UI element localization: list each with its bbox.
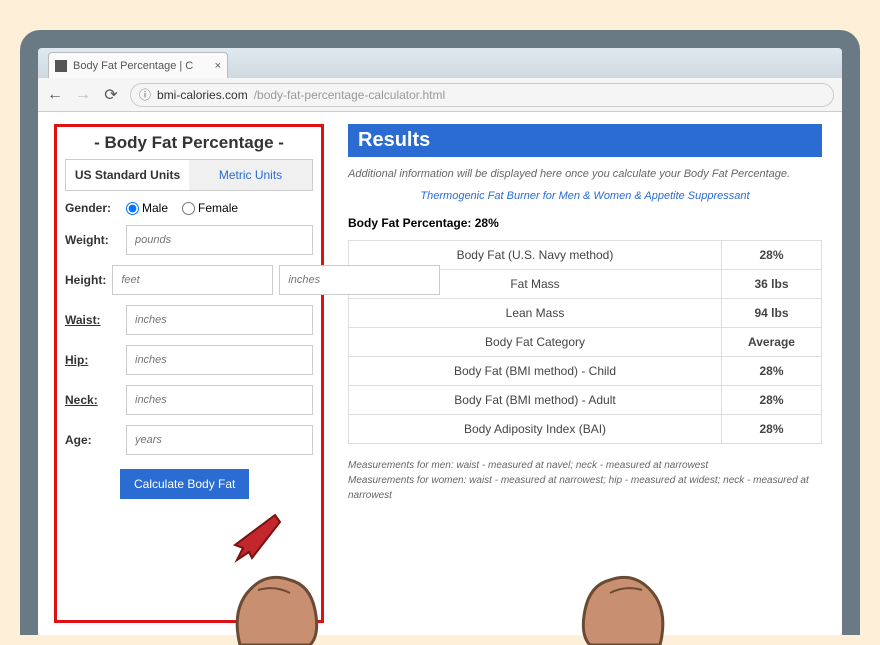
age-row: Age: [65, 425, 313, 455]
results-heading: Results [348, 124, 822, 157]
height-feet-input[interactable] [112, 265, 273, 295]
table-row: Body Fat (BMI method) - Adult28% [349, 386, 822, 415]
hip-input[interactable] [126, 345, 313, 375]
hip-row: Hip: [65, 345, 313, 375]
panel-title: - Body Fat Percentage - [65, 133, 313, 153]
height-inches-input[interactable] [279, 265, 440, 295]
back-button[interactable]: ← [46, 86, 64, 104]
footnote-women: Measurements for women: waist - measured… [348, 473, 822, 503]
calculator-panel: - Body Fat Percentage - US Standard Unit… [54, 124, 324, 623]
tab-title: Body Fat Percentage | C [73, 60, 193, 72]
browser-window: Body Fat Percentage | C × ← → ⟳ ⓘ bmi-ca… [38, 48, 842, 635]
promo-link[interactable]: Thermogenic Fat Burner for Men & Women &… [348, 190, 822, 202]
gender-female-radio[interactable]: Female [182, 201, 238, 215]
gender-label: Gender: [65, 201, 120, 215]
unit-tabs: US Standard Units Metric Units [65, 159, 313, 191]
waist-row: Waist: [65, 305, 313, 335]
close-icon[interactable]: × [215, 60, 221, 72]
address-bar[interactable]: ⓘ bmi-calories.com/body-fat-percentage-c… [130, 83, 834, 107]
height-label: Height: [65, 273, 106, 287]
neck-row: Neck: [65, 385, 313, 415]
table-row: Body Fat (BMI method) - Child28% [349, 357, 822, 386]
url-path: /body-fat-percentage-calculator.html [254, 88, 445, 102]
waist-label: Waist: [65, 313, 120, 327]
tab-bar: Body Fat Percentage | C × [38, 48, 842, 78]
gender-row: Gender: Male Female [65, 201, 313, 215]
waist-input[interactable] [126, 305, 313, 335]
summary-line: Body Fat Percentage: 28% [348, 216, 822, 230]
reload-button[interactable]: ⟳ [102, 86, 120, 104]
results-panel: Results Additional information will be d… [344, 124, 826, 623]
page-content: - Body Fat Percentage - US Standard Unit… [38, 112, 842, 635]
weight-row: Weight: [65, 225, 313, 255]
table-row: Body Adiposity Index (BAI)28% [349, 415, 822, 444]
tab-us-units[interactable]: US Standard Units [66, 160, 189, 190]
browser-tab[interactable]: Body Fat Percentage | C × [48, 52, 228, 78]
url-domain: bmi-calories.com [157, 88, 248, 102]
results-note: Additional information will be displayed… [348, 167, 822, 182]
favicon-icon [55, 60, 67, 72]
age-label: Age: [65, 433, 120, 447]
footnote-men: Measurements for men: waist - measured a… [348, 458, 822, 473]
height-row: Height: [65, 265, 313, 295]
neck-label: Neck: [65, 393, 120, 407]
gender-male-radio[interactable]: Male [126, 201, 168, 215]
age-input[interactable] [126, 425, 313, 455]
browser-toolbar: ← → ⟳ ⓘ bmi-calories.com/body-fat-percen… [38, 78, 842, 112]
tab-metric-units[interactable]: Metric Units [189, 160, 312, 190]
info-icon: ⓘ [139, 86, 151, 103]
neck-input[interactable] [126, 385, 313, 415]
weight-label: Weight: [65, 233, 120, 247]
weight-input[interactable] [126, 225, 313, 255]
laptop-frame: Body Fat Percentage | C × ← → ⟳ ⓘ bmi-ca… [20, 30, 860, 635]
calculate-button[interactable]: Calculate Body Fat [120, 469, 249, 499]
forward-button[interactable]: → [74, 86, 92, 104]
table-row: Body Fat CategoryAverage [349, 328, 822, 357]
table-row: Lean Mass94 lbs [349, 299, 822, 328]
hip-label: Hip: [65, 353, 120, 367]
